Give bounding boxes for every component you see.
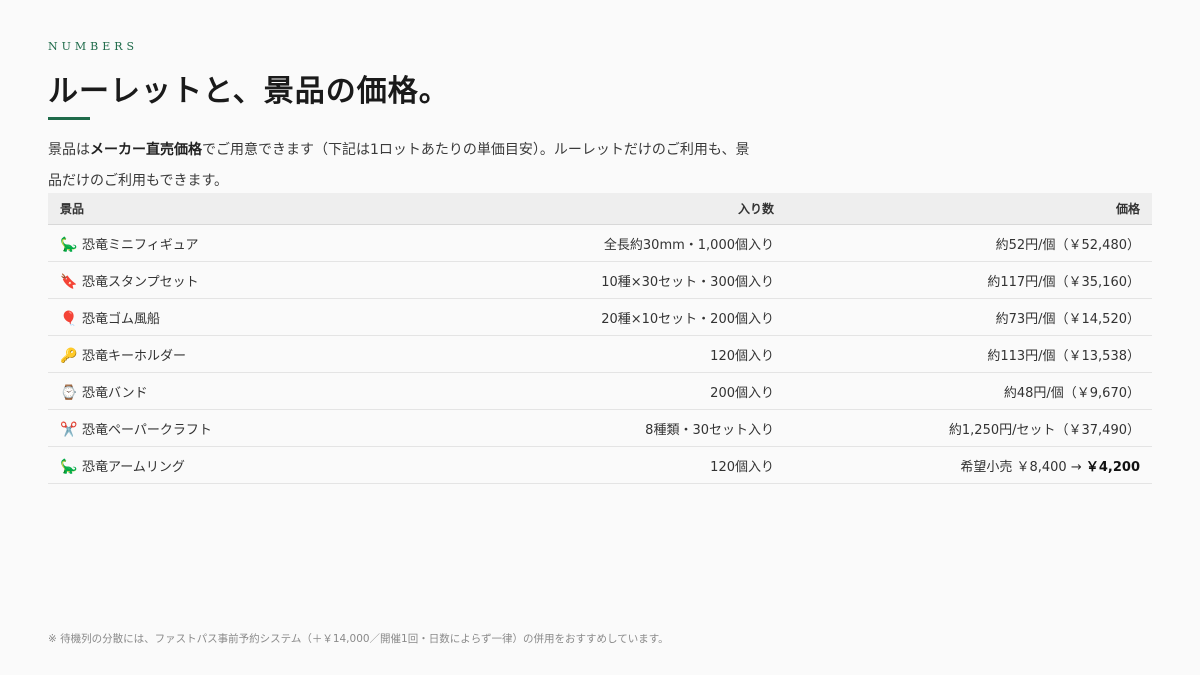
quantity-cell: 120個入り [402, 446, 786, 484]
key-icon: 🔑 [60, 347, 78, 364]
prize-name: 恐竜ミニフィギュア [82, 237, 199, 253]
discount-price: ￥4,200 [1085, 459, 1140, 475]
quantity-cell: 20種×10セット・200個入り [402, 298, 786, 336]
prize-cell: 🎈 恐竜ゴム風船 [48, 298, 402, 336]
section-eyebrow: NUMBERS [48, 40, 139, 53]
bookmark-icon: 🔖 [60, 273, 78, 290]
prize-price-table: 景品 入り数 価格 🦕 恐竜ミニフィギュア 全長約30mm・1,000個入り 約5… [48, 193, 1152, 484]
column-header-prize: 景品 [48, 193, 402, 225]
intro-paragraph: 景品はメーカー直売価格でご用意できます（下記は1ロットあたりの単価目安）。ルーレ… [48, 135, 758, 197]
dinosaur-icon: 🦕 [60, 458, 78, 475]
price-cell: 希望小売 ￥8,400 → ￥4,200 [786, 446, 1152, 484]
quantity-cell: 200個入り [402, 372, 786, 410]
price-cell: 約117円/個（￥35,160） [786, 261, 1152, 299]
prize-cell: 🦕 恐竜ミニフィギュア [48, 224, 402, 262]
price-cell: 約113円/個（￥13,538） [786, 335, 1152, 373]
table-row: 🦕 恐竜ミニフィギュア 全長約30mm・1,000個入り 約52円/個（￥52,4… [48, 224, 1152, 262]
footnote: ※ 待機列の分散には、ファストパス事前予約システム（＋￥14,000／開催1回・… [48, 633, 669, 645]
watch-icon: ⌚ [60, 384, 78, 401]
prize-cell: 🦕 恐竜アームリング [48, 446, 402, 484]
table-row: 🔑 恐竜キーホルダー 120個入り 約113円/個（￥13,538） [48, 335, 1152, 373]
price-cell: 約1,250円/セット（￥37,490） [786, 409, 1152, 447]
prize-name: 恐竜ペーパークラフト [82, 422, 212, 438]
scissors-icon: ✂️ [60, 421, 78, 438]
prize-name: 恐竜バンド [82, 385, 148, 401]
table-row: ✂️ 恐竜ペーパークラフト 8種類・30セット入り 約1,250円/セット（￥37… [48, 409, 1152, 447]
intro-text-start: 景品は [48, 142, 90, 158]
table-row: ⌚ 恐竜バンド 200個入り 約48円/個（￥9,670） [48, 372, 1152, 410]
table-row: 🦕 恐竜アームリング 120個入り 希望小売 ￥8,400 → ￥4,200 [48, 446, 1152, 484]
quantity-cell: 8種類・30セット入り [402, 409, 786, 447]
retail-price-text: 希望小売 ￥8,400 → [960, 459, 1086, 475]
dinosaur-icon: 🦕 [60, 236, 78, 253]
prize-cell: ⌚ 恐竜バンド [48, 372, 402, 410]
quantity-cell: 10種×30セット・300個入り [402, 261, 786, 299]
prize-cell: 🔖 恐竜スタンプセット [48, 261, 402, 299]
prize-name: 恐竜スタンプセット [82, 274, 199, 290]
prize-cell: ✂️ 恐竜ペーパークラフト [48, 409, 402, 447]
price-cell: 約52円/個（￥52,480） [786, 224, 1152, 262]
prize-cell: 🔑 恐竜キーホルダー [48, 335, 402, 373]
table-row: 🎈 恐竜ゴム風船 20種×10セット・200個入り 約73円/個（￥14,520） [48, 298, 1152, 336]
prize-name: 恐竜アームリング [82, 459, 185, 475]
quantity-cell: 全長約30mm・1,000個入り [402, 224, 786, 262]
balloon-icon: 🎈 [60, 310, 78, 327]
title-accent-rule [48, 117, 90, 120]
prize-name: 恐竜ゴム風船 [82, 311, 161, 327]
price-cell: 約73円/個（￥14,520） [786, 298, 1152, 336]
table-header-row: 景品 入り数 価格 [48, 193, 1152, 225]
prize-name: 恐竜キーホルダー [82, 348, 187, 364]
column-header-price: 価格 [786, 193, 1152, 225]
price-cell: 約48円/個（￥9,670） [786, 372, 1152, 410]
table-row: 🔖 恐竜スタンプセット 10種×30セット・300個入り 約117円/個（￥35,… [48, 261, 1152, 299]
page-title: ルーレットと、景品の価格。 [48, 74, 450, 109]
column-header-quantity: 入り数 [402, 193, 786, 225]
quantity-cell: 120個入り [402, 335, 786, 373]
intro-emphasis: メーカー直売価格 [90, 142, 202, 158]
